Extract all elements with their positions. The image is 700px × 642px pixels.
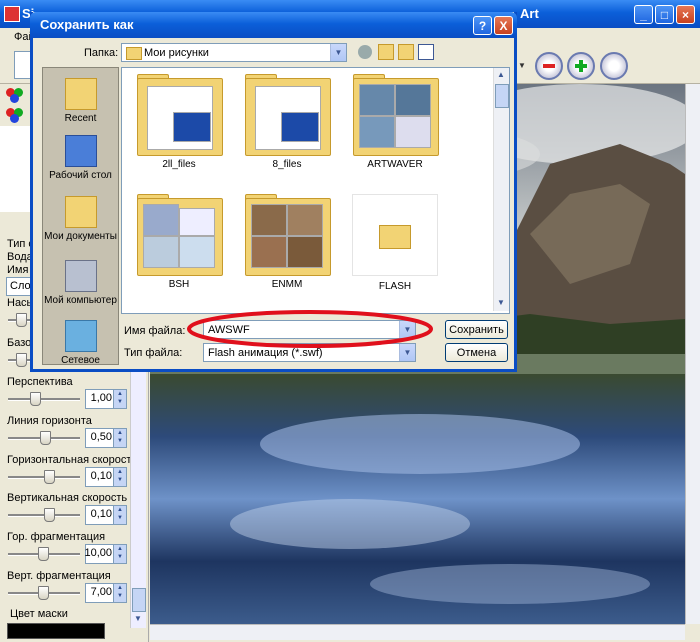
vertical-speed-slider[interactable]	[8, 508, 80, 522]
place-my-computer[interactable]: Мой компьютер	[43, 260, 118, 306]
zoom-out-icon[interactable]	[535, 52, 563, 80]
dropdown-arrow-icon[interactable]: ▼	[518, 61, 526, 70]
filetype-label: Тип файла:	[124, 347, 183, 359]
file-list-scrollbar[interactable]: ▲ ▼	[493, 68, 509, 311]
file-item-8-files[interactable]: 8_files	[244, 74, 331, 170]
folder-label: Папка:	[84, 47, 119, 59]
partial-label-water: Вода	[7, 251, 33, 263]
cancel-button[interactable]: Отмена	[445, 343, 508, 362]
rgb-layers-icon-2[interactable]	[6, 108, 26, 124]
new-folder-icon[interactable]	[398, 44, 414, 60]
horizontal-speed-spinbox[interactable]: 0,10 ▲ ▼	[85, 467, 127, 487]
vert-fragmentation-spinbox[interactable]: 7,00 ▲ ▼	[85, 583, 127, 603]
place-my-documents[interactable]: Мои документы	[43, 196, 118, 242]
canvas-horizontal-scrollbar[interactable]	[150, 624, 685, 640]
horizontal-speed-slider[interactable]	[8, 470, 80, 484]
places-bar: Recent Рабочий стол Мои документы Мой ко…	[42, 67, 119, 366]
hor-fragmentation-spinbox[interactable]: 10,00 ▲ ▼	[84, 544, 127, 564]
canvas-vertical-scrollbar[interactable]	[685, 84, 700, 624]
filename-label: Имя файла:	[124, 325, 186, 337]
desktop-icon	[64, 135, 97, 167]
vertical-speed-spinbox[interactable]: 0,10 ▲ ▼	[85, 505, 127, 525]
file-item-flash[interactable]: FLASH	[352, 194, 438, 292]
back-icon[interactable]	[358, 45, 372, 59]
my-computer-icon	[64, 260, 97, 292]
vert-fragmentation-slider[interactable]	[8, 586, 80, 600]
mask-color-label: Цвет маски	[10, 608, 68, 620]
dialog-close-button[interactable]: X	[494, 16, 513, 35]
network-icon	[64, 320, 97, 352]
chevron-down-icon: ▼	[330, 44, 346, 61]
up-folder-icon[interactable]	[378, 44, 394, 60]
file-item-2ll-files[interactable]: 2ll_files	[136, 74, 223, 170]
base-slider[interactable]	[8, 353, 30, 367]
highlight-ellipse	[187, 310, 433, 348]
place-desktop[interactable]: Рабочий стол	[43, 135, 118, 181]
recent-folder-icon	[64, 78, 97, 110]
zoom-in-icon[interactable]	[567, 52, 595, 80]
minimize-button[interactable]: _	[634, 5, 653, 24]
help-button[interactable]: ?	[473, 16, 492, 35]
main-window-title-tail: Art	[520, 6, 539, 21]
folder-icon	[379, 225, 411, 249]
view-menu-icon[interactable]	[418, 44, 434, 60]
rgb-layers-icon[interactable]	[6, 88, 26, 104]
maximize-button[interactable]: □	[655, 5, 674, 24]
place-recent[interactable]: Recent	[43, 78, 118, 124]
horizon-line-spinbox[interactable]: 0,50 ▲ ▼	[85, 428, 127, 448]
file-item-enmm[interactable]: ENMM	[244, 194, 331, 290]
my-documents-icon	[64, 196, 97, 228]
place-network[interactable]: Сетевое	[43, 320, 118, 366]
dialog-title: Сохранить как	[40, 17, 134, 32]
main-close-button[interactable]: ×	[676, 5, 695, 24]
horizon-line-slider[interactable]	[8, 431, 80, 445]
saturation-slider[interactable]	[8, 313, 30, 327]
file-item-bsh[interactable]: BSH	[136, 194, 223, 290]
save-button[interactable]: Сохранить	[445, 320, 508, 339]
perspective-slider[interactable]	[8, 392, 80, 406]
perspective-spinbox[interactable]: 1,00 ▲ ▼	[85, 389, 127, 409]
mask-color-swatch[interactable]	[7, 623, 105, 639]
folder-icon	[126, 47, 142, 60]
zoom-fit-icon[interactable]	[600, 52, 628, 80]
file-list[interactable]: 2ll_files 8_files ARTWAVER BSH ENMM FLAS…	[121, 67, 510, 314]
folder-combo[interactable]: Мои рисунки ▼	[121, 43, 347, 62]
dialog-title-bar: Сохранить как ? X	[30, 12, 517, 38]
hor-fragmentation-slider[interactable]	[8, 547, 80, 561]
file-item-artwaver[interactable]: ARTWAVER	[352, 74, 439, 170]
app-icon	[4, 6, 20, 22]
